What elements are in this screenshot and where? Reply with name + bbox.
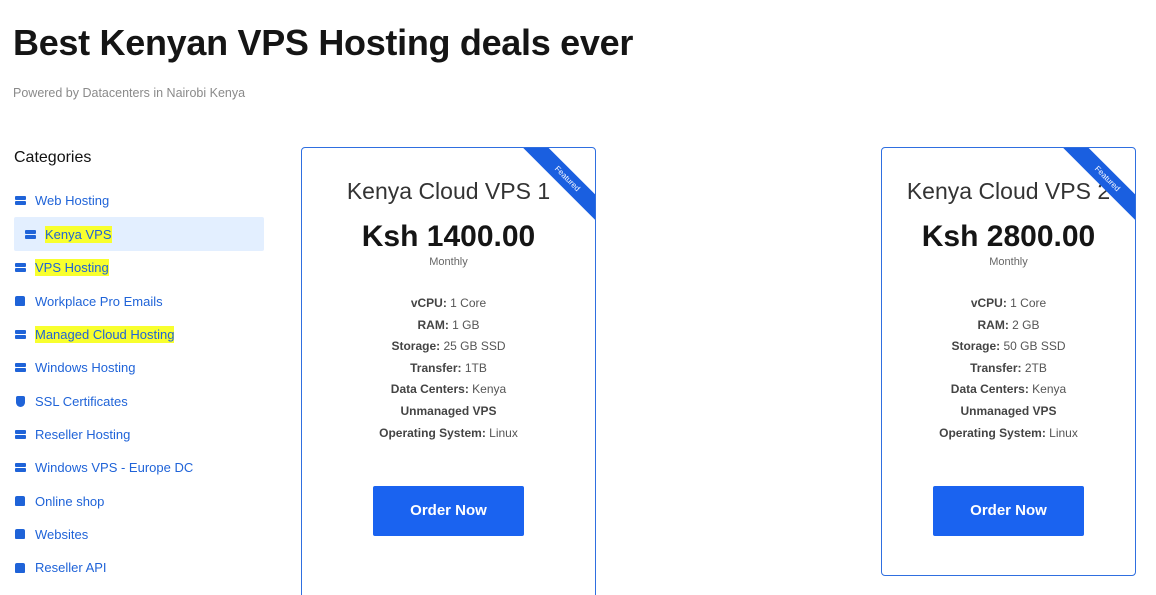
feature-item: RAM: 1 GB <box>417 317 480 332</box>
sidebar-item-windows-hosting[interactable]: Windows Hosting <box>14 351 264 384</box>
sidebar-item-label: Windows VPS - Europe DC <box>35 460 194 476</box>
product-card: Featured Kenya Cloud VPS 1 Ksh 1400.00 M… <box>301 147 596 595</box>
page-title: Best Kenyan VPS Hosting deals ever <box>13 22 634 63</box>
sidebar-item-reseller-api[interactable]: Reseller API <box>14 551 264 584</box>
product-price: Ksh 1400.00 <box>361 220 536 253</box>
feature-item: Data Centers: Kenya <box>950 382 1067 397</box>
feature-item: vCPU: 1 Core <box>410 296 487 310</box>
feature-item: RAM: 2 GB <box>977 317 1040 332</box>
box-icon <box>14 528 26 540</box>
feature-list: vCPU: 1 Core RAM: 2 GB Storage: 50 GB SS… <box>882 293 1135 444</box>
product-name: Kenya Cloud VPS 1 <box>346 178 551 204</box>
feature-item: Storage: 50 GB SSD <box>951 339 1066 354</box>
feature-item: Data Centers: Kenya <box>390 382 507 397</box>
categories-heading: Categories <box>14 149 92 166</box>
box-icon <box>14 562 26 574</box>
sidebar-item-label: Reseller API <box>35 560 107 576</box>
sidebar-item-managed-cloud-hosting[interactable]: Managed Cloud Hosting <box>14 318 264 351</box>
feature-item: Transfer: 1TB <box>410 360 487 375</box>
feature-item: Transfer: 2TB <box>970 360 1047 375</box>
server-icon <box>24 228 36 240</box>
sidebar-item-label: Windows Hosting <box>35 360 136 376</box>
sidebar-item-web-hosting[interactable]: Web Hosting <box>14 184 264 217</box>
sidebar-item-kenya-vps[interactable]: Kenya VPS <box>14 217 264 252</box>
sidebar-item-websites[interactable]: Websites <box>14 518 264 551</box>
feature-item: Unmanaged VPS <box>960 403 1057 418</box>
sidebar-item-label: Kenya VPS <box>45 225 112 243</box>
sidebar-item-label: SSL Certificates <box>35 393 128 409</box>
page-subtitle: Powered by Datacenters in Nairobi Kenya <box>13 86 246 100</box>
feature-item: Operating System: Linux <box>939 425 1078 440</box>
product-price: Ksh 2800.00 <box>921 220 1096 253</box>
server-icon <box>14 195 26 207</box>
sidebar-item-label: Reseller Hosting <box>35 426 131 442</box>
feature-item: Storage: 25 GB SSD <box>391 339 506 354</box>
order-now-button[interactable]: Order Now <box>933 486 1084 537</box>
server-icon <box>14 262 26 274</box>
sidebar-item-label: Workplace Pro Emails <box>35 293 163 309</box>
billing-period: Monthly <box>989 256 1028 268</box>
billing-period: Monthly <box>429 256 468 268</box>
sidebar-item-label: Online shop <box>35 493 105 509</box>
sidebar-item-label: Managed Cloud Hosting <box>35 326 175 344</box>
sidebar-item-reseller-hosting[interactable]: Reseller Hosting <box>14 418 264 451</box>
shield-icon <box>14 395 26 407</box>
sidebar-item-label: VPS Hosting <box>35 259 109 277</box>
order-now-button[interactable]: Order Now <box>373 486 524 537</box>
server-icon <box>14 462 26 474</box>
feature-list: vCPU: 1 Core RAM: 1 GB Storage: 25 GB SS… <box>302 293 595 444</box>
feature-item: Unmanaged VPS <box>400 403 497 418</box>
sidebar-item-windows-vps-europe[interactable]: Windows VPS - Europe DC <box>14 451 264 484</box>
sidebar-item-workplace-pro-emails[interactable]: Workplace Pro Emails <box>14 285 264 318</box>
feature-item: vCPU: 1 Core <box>970 296 1047 310</box>
server-icon <box>14 362 26 374</box>
sidebar-item-label: Web Hosting <box>35 193 110 209</box>
box-icon <box>14 295 26 307</box>
sidebar-item-label: Websites <box>35 526 89 542</box>
server-icon <box>14 329 26 341</box>
product-card: Featured Kenya Cloud VPS 2 Ksh 2800.00 M… <box>881 147 1136 576</box>
sidebar-item-ssl-certificates[interactable]: SSL Certificates <box>14 384 264 417</box>
feature-item: Operating System: Linux <box>379 425 518 440</box>
category-sidebar: Web Hosting Kenya VPS VPS Hosting Workpl… <box>14 184 264 584</box>
box-icon <box>14 495 26 507</box>
sidebar-item-vps-hosting[interactable]: VPS Hosting <box>14 251 264 284</box>
server-icon <box>14 428 26 440</box>
sidebar-item-online-shop[interactable]: Online shop <box>14 484 264 517</box>
